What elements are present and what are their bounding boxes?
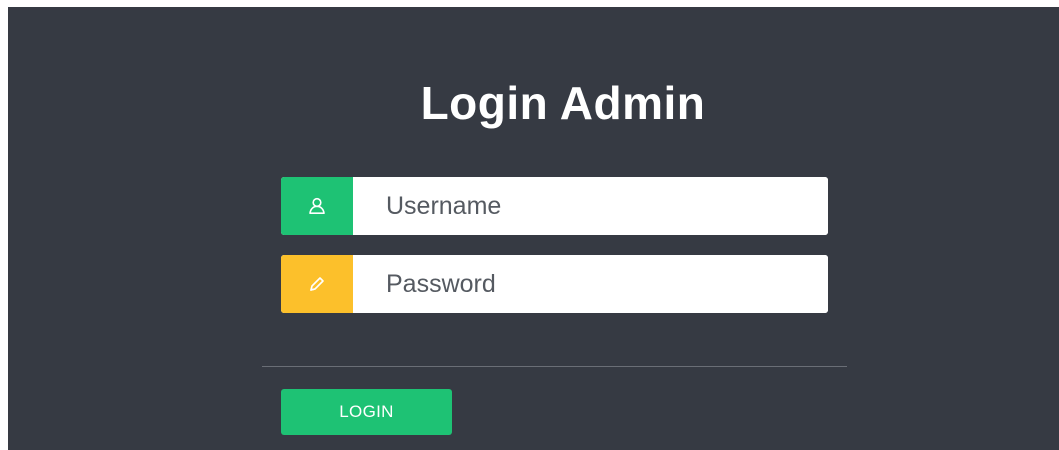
password-input[interactable]	[353, 255, 828, 313]
user-icon	[281, 177, 353, 235]
login-panel: Login Admin LOGIN	[8, 7, 1059, 450]
pencil-icon	[281, 255, 353, 313]
login-button[interactable]: LOGIN	[281, 389, 452, 435]
password-field[interactable]	[281, 255, 828, 313]
page-title: Login Admin	[420, 77, 706, 129]
username-field[interactable]	[281, 177, 828, 235]
form-divider	[262, 366, 847, 367]
username-input[interactable]	[353, 177, 828, 235]
